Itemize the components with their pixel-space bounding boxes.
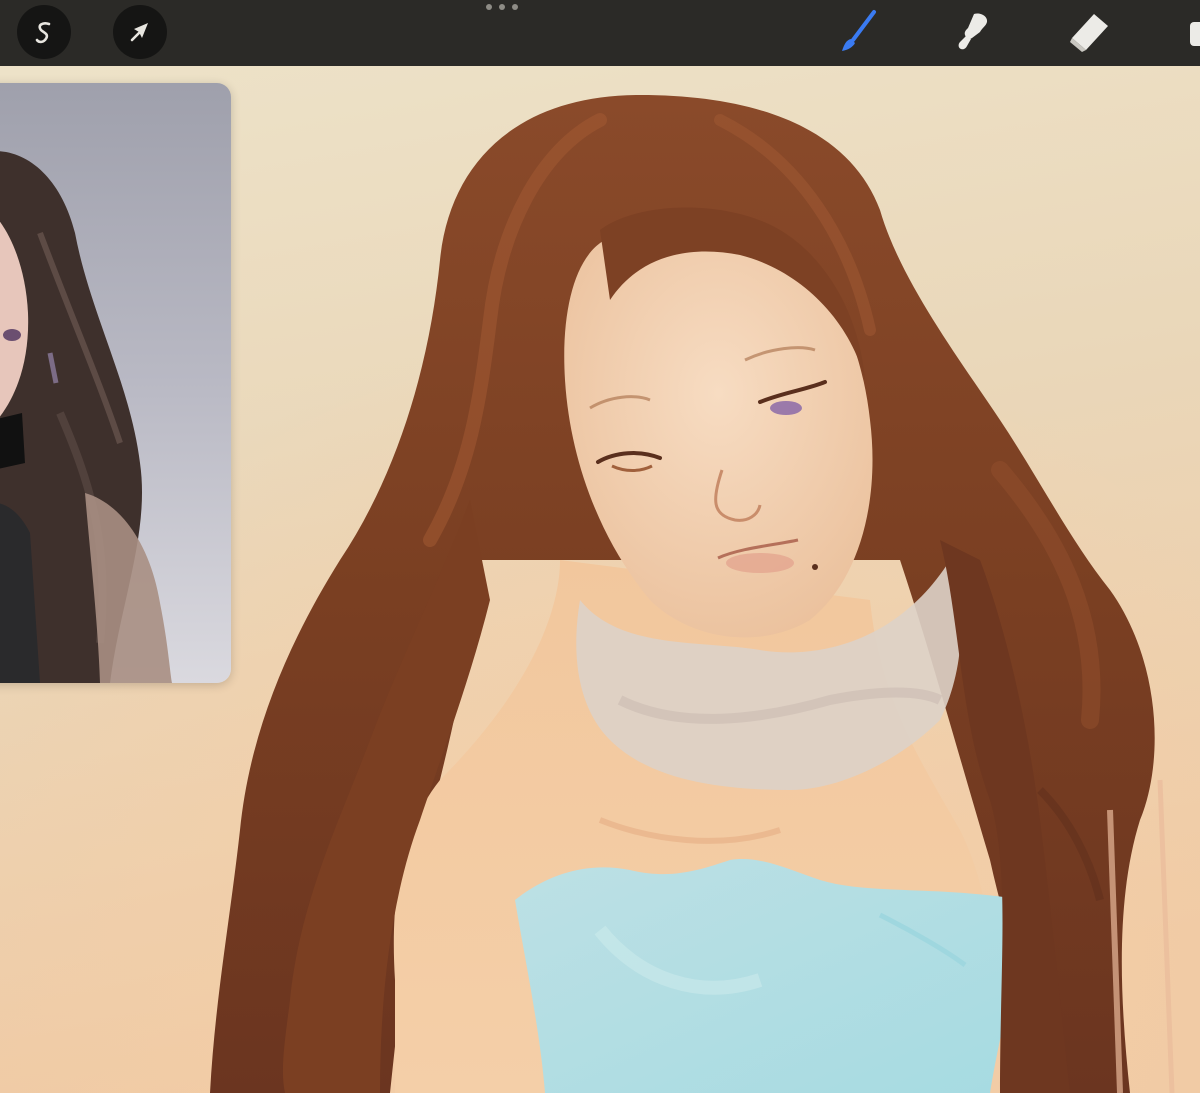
layers-icon [1190,22,1200,46]
transform-button[interactable] [112,5,168,59]
reference-window[interactable] [0,83,231,683]
layers-button[interactable] [1176,6,1200,58]
brush-icon [842,10,876,51]
more-dots-icon[interactable] [486,3,518,11]
brush-tool-button[interactable] [830,6,886,58]
eraser-icon [1070,14,1108,52]
transform-arrow-icon [113,5,167,59]
reference-photo [0,83,231,683]
eraser-tool-button[interactable] [1060,6,1116,58]
smudge-tool-button[interactable] [944,6,1000,58]
selection-button[interactable] [16,5,72,59]
top-toolbar [0,0,1200,66]
smudge-icon [958,13,988,50]
selection-s-icon [17,5,71,59]
